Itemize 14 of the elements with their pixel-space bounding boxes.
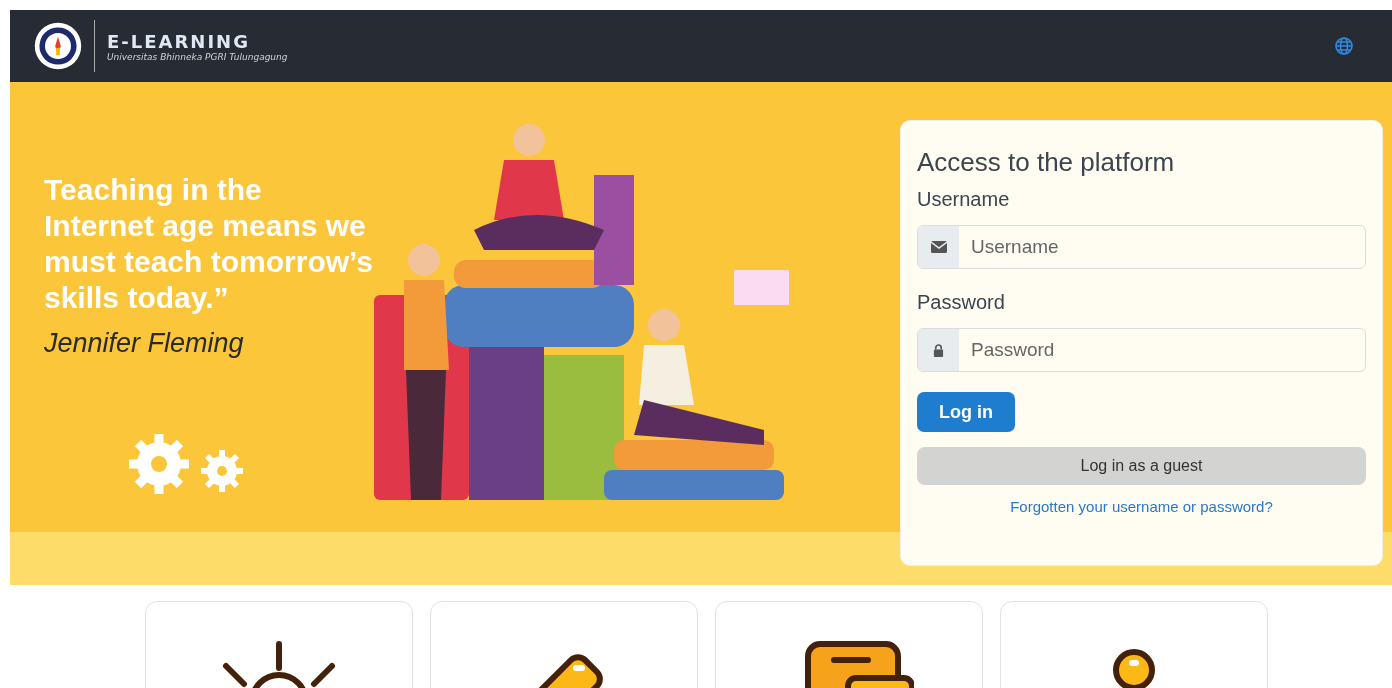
login-title: Access to the platform [917,147,1176,178]
guest-login-button[interactable]: Log in as a guest [917,447,1366,485]
university-logo-icon[interactable] [32,20,84,72]
login-button[interactable]: Log in [917,392,1015,432]
brand-name: E-LEARNING [107,30,251,52]
envelope-icon [930,241,947,253]
lock-icon [933,343,944,357]
username-label: Username [917,188,1011,211]
password-label: Password [917,291,1006,314]
quote-text: Teaching in the Internet age means we must teach tomorrow’s skills today.” [44,172,374,316]
forgot-password-link[interactable]: Forgotten your username or password? [1010,498,1273,515]
globe-icon[interactable] [1334,36,1354,56]
brand-subtitle: Universitas Bhinneka PGRI Tulungagung [107,51,288,62]
quote-author: Jennifer Fleming [44,328,245,359]
